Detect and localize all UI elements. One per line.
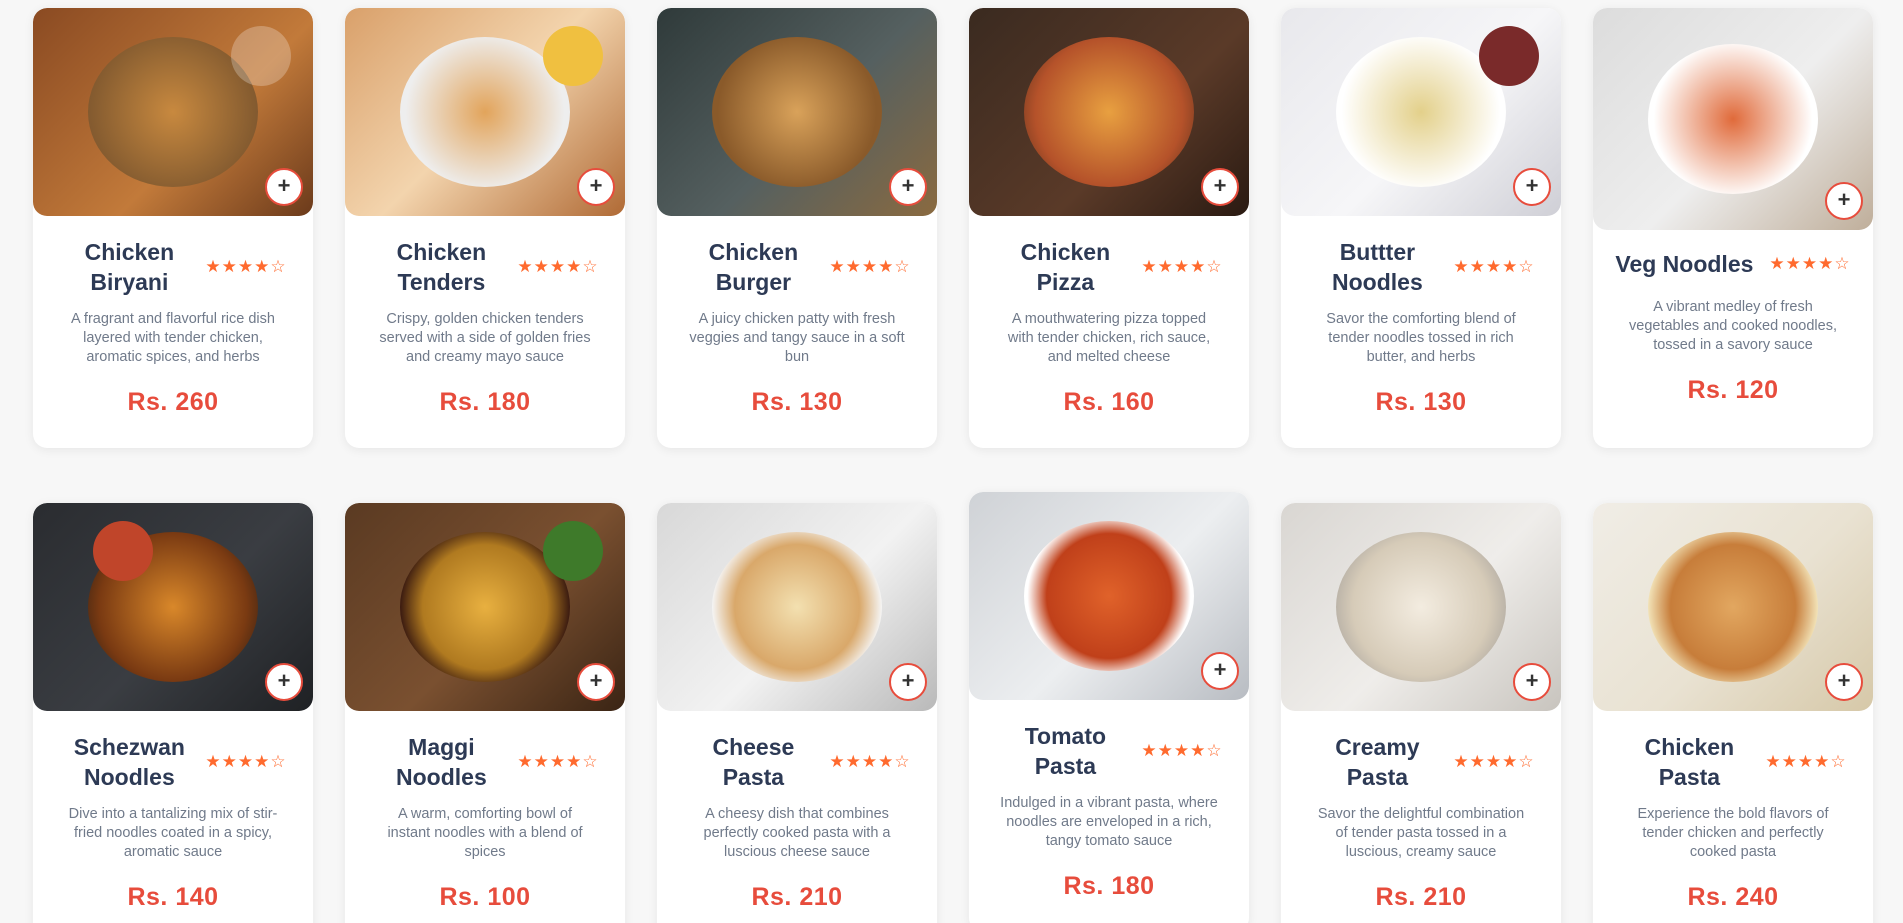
item-name: Chicken Burger — [708, 239, 799, 295]
item-description: Crispy, golden chicken tenders served wi… — [379, 311, 591, 365]
item-price: Rs. 130 — [1375, 388, 1467, 416]
rating-stars-icon: ★★★★☆ — [1453, 752, 1535, 771]
rating-stars-icon: ★★★★☆ — [517, 257, 599, 276]
food-image: + — [1593, 8, 1873, 230]
food-image: + — [1281, 8, 1561, 216]
rating-stars-icon: ★★★★☆ — [205, 257, 287, 276]
add-to-cart-button[interactable]: + — [1513, 663, 1551, 701]
item-name: Chicken Pasta — [1644, 734, 1735, 790]
item-name: Creamy Pasta — [1335, 734, 1420, 790]
add-to-cart-button[interactable]: + — [1825, 663, 1863, 701]
add-to-cart-button[interactable]: + — [577, 663, 615, 701]
item-price: Rs. 260 — [127, 388, 219, 416]
add-to-cart-button[interactable]: + — [1825, 182, 1863, 220]
item-description: A cheesy dish that combines perfectly co… — [703, 806, 891, 860]
item-name: Chicken Tenders — [396, 239, 487, 295]
rating-stars-icon: ★★★★☆ — [205, 752, 287, 771]
food-image: + — [345, 503, 625, 711]
rating-stars-icon: ★★★★☆ — [1765, 752, 1847, 771]
item-name: Tomato Pasta — [1024, 723, 1107, 779]
item-price: Rs. 210 — [1375, 883, 1467, 911]
item-description: A vibrant medley of fresh vegetables and… — [1629, 299, 1837, 353]
item-price: Rs. 140 — [127, 883, 219, 911]
item-price: Rs. 180 — [439, 388, 531, 416]
item-description: Dive into a tantalizing mix of stir-frie… — [68, 806, 278, 860]
rating-stars-icon: ★★★★☆ — [1141, 257, 1223, 276]
item-price: Rs. 100 — [439, 883, 531, 911]
item-description: Experience the bold flavors of tender ch… — [1637, 806, 1829, 860]
menu-card: + Schezwan Noodles ★★★★☆ Dive into a tan… — [33, 503, 313, 923]
rating-stars-icon: ★★★★☆ — [517, 752, 599, 771]
item-name: Veg Noodles — [1615, 251, 1754, 277]
add-to-cart-button[interactable]: + — [1513, 168, 1551, 206]
rating-stars-icon: ★★★★☆ — [1769, 254, 1851, 273]
menu-card: + Chicken Tenders ★★★★☆ Crispy, golden c… — [345, 8, 625, 448]
add-to-cart-button[interactable]: + — [265, 663, 303, 701]
item-description: A mouthwatering pizza topped with tender… — [1007, 311, 1211, 365]
item-name: Chicken Biryani — [84, 239, 175, 295]
menu-card: + Maggi Noodles ★★★★☆ A warm, comforting… — [345, 503, 625, 923]
item-price: Rs. 240 — [1687, 883, 1779, 911]
item-price: Rs. 130 — [751, 388, 843, 416]
item-name: Buttter Noodles — [1332, 239, 1423, 295]
item-description: A fragrant and flavorful rice dish layer… — [71, 311, 275, 365]
food-image: + — [1593, 503, 1873, 711]
item-description: Indulged in a vibrant pasta, where noodl… — [1000, 795, 1218, 849]
item-price: Rs. 120 — [1687, 376, 1779, 404]
food-image: + — [657, 8, 937, 216]
food-image: + — [969, 8, 1249, 216]
rating-stars-icon: ★★★★☆ — [1453, 257, 1535, 276]
item-price: Rs. 180 — [1063, 872, 1155, 900]
menu-card: + Chicken Pizza ★★★★☆ A mouthwatering pi… — [969, 8, 1249, 448]
add-to-cart-button[interactable]: + — [265, 168, 303, 206]
item-name: Chicken Pizza — [1020, 239, 1111, 295]
food-image: + — [33, 503, 313, 711]
add-to-cart-button[interactable]: + — [577, 168, 615, 206]
menu-card: + Tomato Pasta ★★★★☆ Indulged in a vibra… — [969, 492, 1249, 923]
item-price: Rs. 210 — [751, 883, 843, 911]
menu-card: + Veg Noodles ★★★★☆ A vibrant medley of … — [1593, 8, 1873, 448]
item-price: Rs. 160 — [1063, 388, 1155, 416]
menu-card: + Buttter Noodles ★★★★☆ Savor the comfor… — [1281, 8, 1561, 448]
menu-card: + Chicken Burger ★★★★☆ A juicy chicken p… — [657, 8, 937, 448]
item-name: Schezwan Noodles — [73, 734, 185, 790]
item-name: Maggi Noodles — [396, 734, 487, 790]
item-description: A juicy chicken patty with fresh veggies… — [689, 311, 905, 365]
item-description: Savor the comforting blend of tender noo… — [1326, 311, 1516, 365]
food-image: + — [345, 8, 625, 216]
add-to-cart-button[interactable]: + — [889, 168, 927, 206]
add-to-cart-button[interactable]: + — [889, 663, 927, 701]
add-to-cart-button[interactable]: + — [1201, 168, 1239, 206]
item-description: Savor the delightful combination of tend… — [1317, 806, 1525, 860]
menu-grid: + Chicken Biryani ★★★★☆ A fragrant and f… — [0, 0, 1903, 923]
rating-stars-icon: ★★★★☆ — [829, 257, 911, 276]
item-name: Cheese Pasta — [712, 734, 795, 790]
food-image: + — [33, 8, 313, 216]
rating-stars-icon: ★★★★☆ — [1141, 741, 1223, 760]
menu-card: + Creamy Pasta ★★★★☆ Savor the delightfu… — [1281, 503, 1561, 923]
menu-card: + Cheese Pasta ★★★★☆ A cheesy dish that … — [657, 503, 937, 923]
item-description: A warm, comforting bowl of instant noodl… — [387, 806, 583, 860]
rating-stars-icon: ★★★★☆ — [829, 752, 911, 771]
menu-card: + Chicken Biryani ★★★★☆ A fragrant and f… — [33, 8, 313, 448]
food-image: + — [657, 503, 937, 711]
food-image: + — [1281, 503, 1561, 711]
add-to-cart-button[interactable]: + — [1201, 652, 1239, 690]
menu-card: + Chicken Pasta ★★★★☆ Experience the bol… — [1593, 503, 1873, 923]
food-image: + — [969, 492, 1249, 700]
